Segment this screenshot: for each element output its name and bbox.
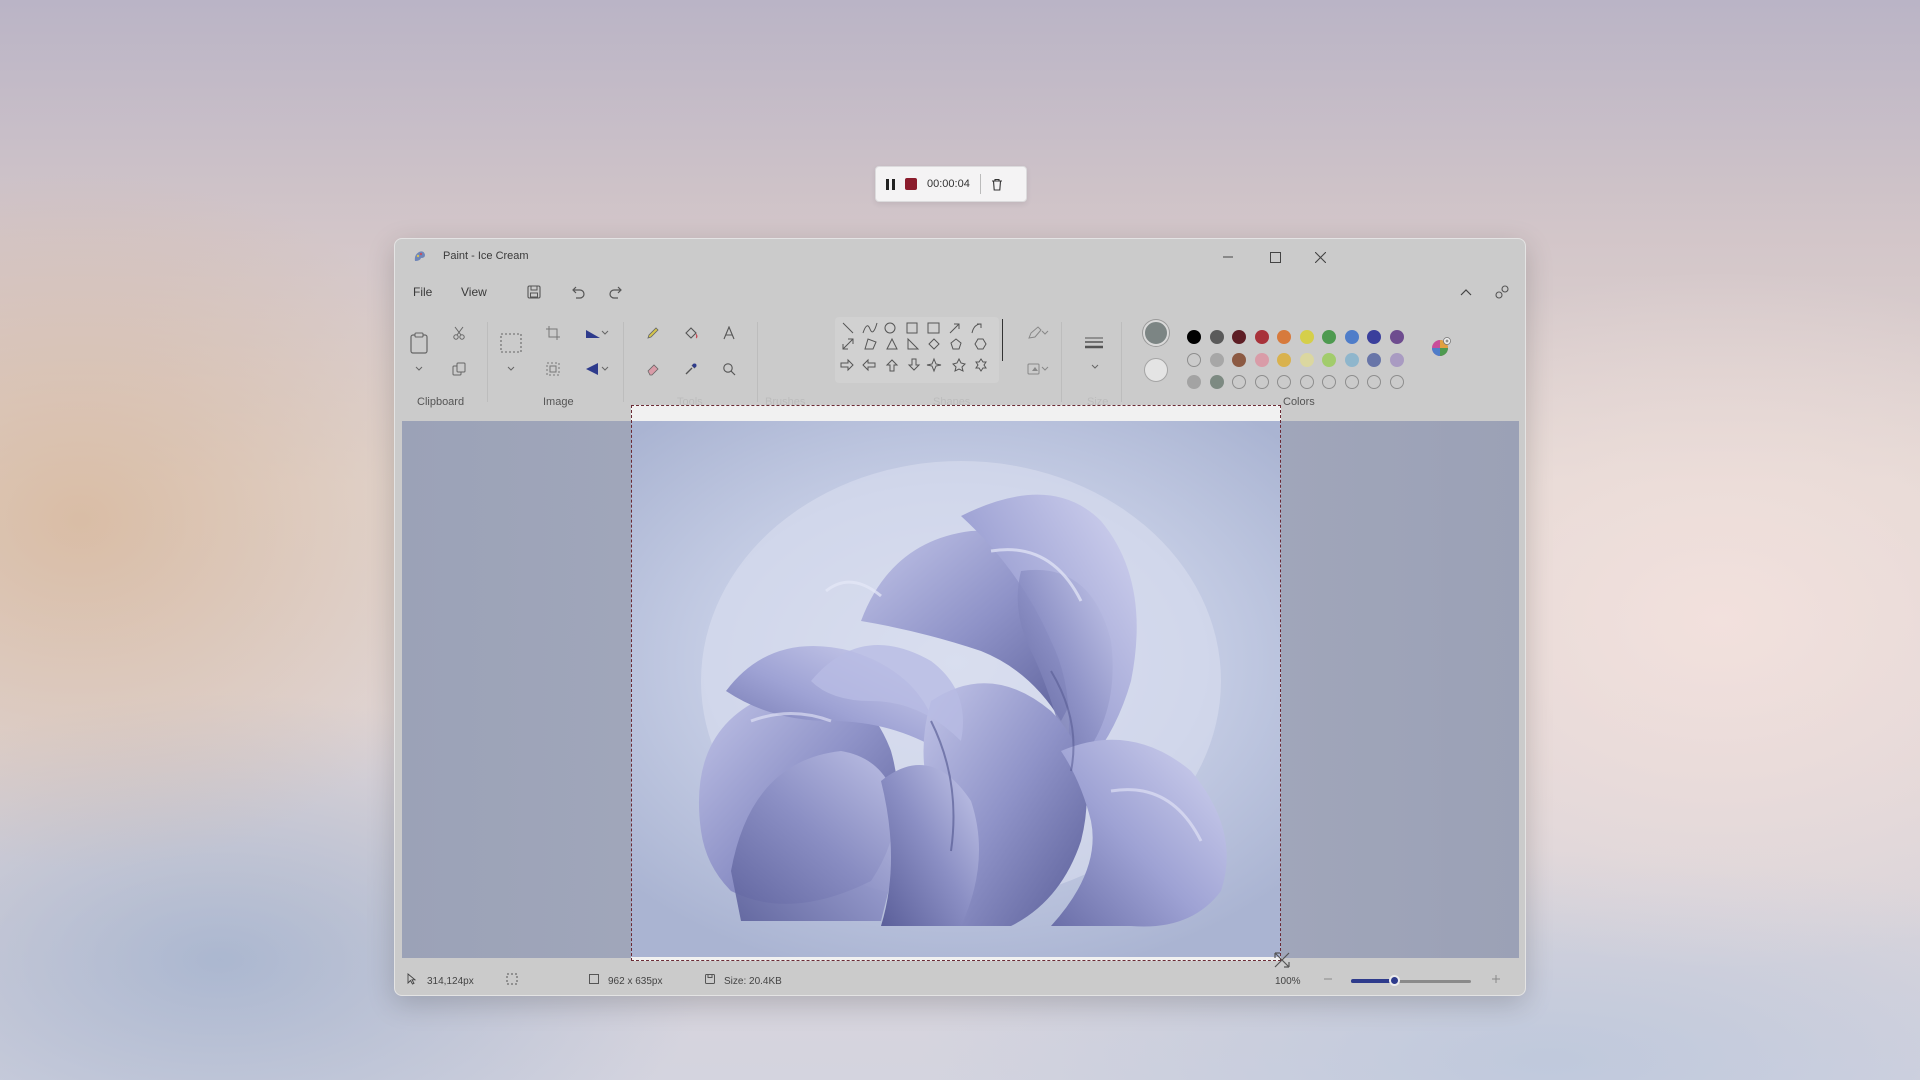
custom-color-slot[interactable] bbox=[1344, 375, 1359, 389]
color-swatch[interactable] bbox=[1344, 352, 1359, 367]
color-swatch[interactable] bbox=[1209, 330, 1224, 344]
menu-bar bbox=[395, 275, 1525, 307]
resize-icon[interactable] bbox=[543, 359, 563, 379]
color-swatch[interactable] bbox=[1254, 330, 1269, 344]
image-group-label: Image bbox=[543, 396, 574, 408]
canvas-selection-border[interactable] bbox=[631, 405, 1281, 961]
color-swatch[interactable] bbox=[1209, 352, 1224, 367]
custom-color-slot[interactable] bbox=[1187, 352, 1201, 367]
zoom-out-icon[interactable] bbox=[1321, 972, 1335, 986]
custom-color-slot[interactable] bbox=[1277, 375, 1291, 389]
ribbon-divider bbox=[1121, 322, 1122, 402]
text-icon[interactable] bbox=[719, 323, 739, 343]
eraser-icon[interactable] bbox=[643, 359, 663, 379]
chevron-down-icon[interactable] bbox=[501, 359, 521, 379]
select-icon[interactable] bbox=[499, 331, 523, 355]
close-icon[interactable] bbox=[1305, 245, 1335, 269]
crop-icon[interactable] bbox=[543, 323, 563, 343]
chevron-down-icon[interactable] bbox=[409, 359, 429, 379]
ribbon-divider bbox=[757, 322, 758, 402]
paint-app-icon bbox=[412, 249, 428, 270]
color-swatch[interactable] bbox=[1389, 352, 1404, 367]
delete-icon[interactable] bbox=[991, 178, 1003, 191]
zoom-level: 100% bbox=[1275, 976, 1301, 987]
paint-window: Paint - Ice Cream File View Clipboard Im… bbox=[394, 238, 1526, 996]
redo-icon[interactable] bbox=[607, 283, 625, 301]
recording-time: 00:00:04 bbox=[927, 178, 970, 190]
file-menu[interactable]: File bbox=[413, 285, 432, 299]
color-swatch[interactable] bbox=[1299, 352, 1314, 367]
maximize-icon[interactable] bbox=[1260, 245, 1290, 269]
save-icon[interactable] bbox=[525, 283, 543, 301]
chevron-down-icon[interactable] bbox=[599, 359, 611, 379]
title-bar bbox=[395, 239, 1525, 275]
custom-color-slot[interactable] bbox=[1254, 375, 1269, 389]
color-swatch[interactable] bbox=[1187, 330, 1201, 344]
file-size: Size: 20.4KB bbox=[724, 976, 782, 987]
pencil-icon[interactable] bbox=[643, 323, 663, 343]
magnifier-icon[interactable] bbox=[719, 359, 739, 379]
copy-icon[interactable] bbox=[449, 359, 469, 379]
shapes-gallery[interactable] bbox=[835, 317, 999, 383]
color-swatch[interactable] bbox=[1187, 375, 1201, 389]
chevron-down-icon[interactable] bbox=[599, 323, 611, 343]
view-menu[interactable]: View bbox=[461, 285, 487, 299]
window-title: Paint - Ice Cream bbox=[443, 250, 529, 262]
paste-icon[interactable] bbox=[407, 331, 431, 355]
collapse-ribbon-icon[interactable] bbox=[1457, 283, 1475, 301]
custom-color-slot[interactable] bbox=[1322, 375, 1336, 389]
custom-color-slot[interactable] bbox=[1389, 375, 1404, 389]
color-swatch[interactable] bbox=[1344, 330, 1359, 344]
color-swatch[interactable] bbox=[1389, 330, 1404, 344]
primary-color[interactable] bbox=[1143, 320, 1169, 346]
chevron-down-icon[interactable] bbox=[1039, 359, 1051, 379]
ribbon-divider bbox=[487, 322, 488, 402]
color-swatch[interactable] bbox=[1299, 330, 1314, 344]
file-size-icon bbox=[703, 972, 717, 986]
selection-size-icon bbox=[505, 972, 519, 986]
clipboard-group-label: Clipboard bbox=[417, 396, 465, 408]
color-swatch[interactable] bbox=[1277, 330, 1291, 344]
stop-icon[interactable] bbox=[905, 178, 917, 190]
color-swatch[interactable] bbox=[1209, 375, 1224, 389]
color-swatch[interactable] bbox=[1277, 352, 1291, 367]
edit-colors-icon[interactable] bbox=[1429, 335, 1453, 359]
color-swatch[interactable] bbox=[1232, 330, 1246, 344]
recording-toolbar: 00:00:04 bbox=[875, 166, 1027, 202]
ribbon-divider bbox=[1061, 322, 1062, 402]
chevron-down-icon[interactable] bbox=[1039, 323, 1051, 343]
share-icon[interactable] bbox=[1493, 283, 1511, 301]
undo-icon[interactable] bbox=[569, 283, 587, 301]
color-swatch[interactable] bbox=[1322, 330, 1336, 344]
zoom-in-icon[interactable] bbox=[1489, 972, 1503, 986]
cursor-icon bbox=[405, 972, 419, 986]
canvas-size: 962 x 635px bbox=[608, 976, 663, 987]
custom-color-slot[interactable] bbox=[1232, 375, 1246, 389]
custom-color-slot[interactable] bbox=[1367, 375, 1381, 389]
shapes-scrollbar[interactable] bbox=[1002, 319, 1003, 361]
ribbon-divider bbox=[623, 322, 624, 402]
secondary-color[interactable] bbox=[1144, 358, 1168, 382]
color-swatch[interactable] bbox=[1367, 330, 1381, 344]
color-swatch[interactable] bbox=[1232, 352, 1246, 367]
minimize-icon[interactable] bbox=[1213, 245, 1243, 269]
brush-size-icon[interactable] bbox=[1083, 333, 1105, 353]
cursor-position: 314,124px bbox=[427, 976, 474, 987]
cut-icon[interactable] bbox=[449, 323, 469, 343]
color-swatch[interactable] bbox=[1254, 352, 1269, 367]
shapes-grid-icon bbox=[840, 322, 987, 373]
fill-icon[interactable] bbox=[681, 323, 701, 343]
color-swatch[interactable] bbox=[1322, 352, 1336, 367]
divider bbox=[979, 174, 981, 194]
custom-color-slot[interactable] bbox=[1299, 375, 1314, 389]
colors-group-label: Colors bbox=[1283, 396, 1315, 408]
color-picker-icon[interactable] bbox=[681, 359, 701, 379]
chevron-down-icon[interactable] bbox=[1085, 357, 1105, 377]
pause-icon[interactable] bbox=[886, 178, 895, 190]
color-swatch[interactable] bbox=[1367, 352, 1381, 367]
canvas-size-icon bbox=[587, 972, 601, 986]
